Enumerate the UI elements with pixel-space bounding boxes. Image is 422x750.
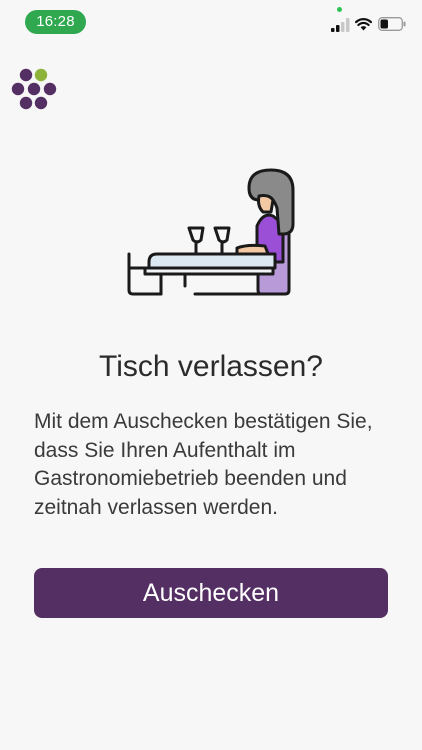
page-title: Tisch verlassen? — [99, 350, 323, 383]
checkout-button[interactable]: Auschecken — [34, 568, 388, 618]
signal-icon — [331, 18, 350, 32]
grape-logo — [11, 68, 57, 110]
camera-indicator-dot — [337, 7, 342, 12]
wifi-icon — [355, 18, 372, 31]
checkout-description: Mit dem Auschecken bestätigen Sie, dass … — [34, 410, 373, 519]
status-bar: 16:28 — [0, 0, 422, 44]
battery-icon — [378, 17, 406, 31]
person-at-bar-icon — [127, 168, 295, 296]
status-time: 16:28 — [25, 10, 86, 34]
